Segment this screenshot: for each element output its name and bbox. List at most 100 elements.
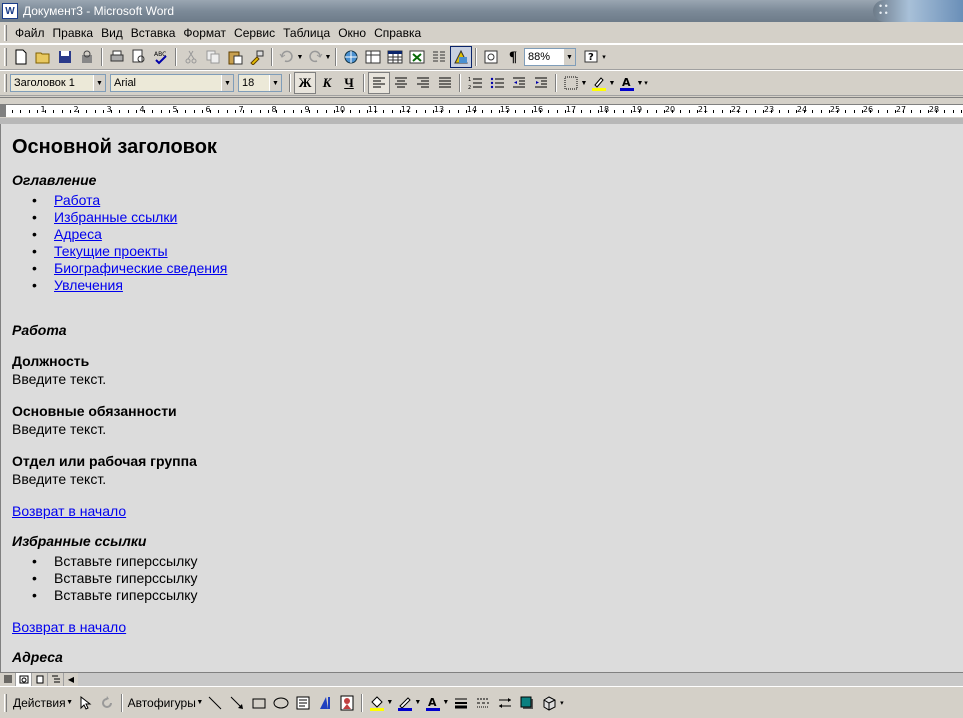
font-combo[interactable]: Arial ▼ (110, 74, 234, 92)
scroll-left-icon[interactable]: ◀ (64, 673, 78, 686)
3d-style-button[interactable] (538, 692, 560, 714)
toc-link-favorites[interactable]: Избранные ссылки (54, 209, 177, 225)
drawing-button[interactable] (450, 46, 472, 68)
web-layout-button[interactable] (16, 673, 32, 686)
zoom-dropdown-icon[interactable]: ▼ (563, 49, 575, 65)
normal-view-button[interactable] (0, 673, 16, 686)
borders-dropdown-icon[interactable]: ▼ (580, 80, 588, 87)
menu-help[interactable]: Справка (370, 26, 425, 40)
highlight-button[interactable] (588, 72, 610, 94)
draw-font-color-button[interactable]: A (422, 692, 444, 714)
font-size-combo[interactable]: 18 ▼ (238, 74, 282, 92)
oval-button[interactable] (270, 692, 292, 714)
italic-button[interactable]: К (316, 72, 338, 94)
paste-button[interactable] (224, 46, 246, 68)
menu-table[interactable]: Таблица (279, 26, 334, 40)
tables-borders-button[interactable] (362, 46, 384, 68)
decrease-indent-button[interactable] (508, 72, 530, 94)
show-hide-marks-button[interactable]: ¶ (502, 46, 524, 68)
toc-link-work[interactable]: Работа (54, 192, 100, 208)
word-app-icon[interactable]: W (2, 3, 18, 19)
bold-button[interactable]: Ж (294, 72, 316, 94)
menu-view[interactable]: Вид (97, 26, 127, 40)
insert-excel-button[interactable] (406, 46, 428, 68)
permission-button[interactable] (76, 46, 98, 68)
menu-format[interactable]: Формат (179, 26, 230, 40)
align-center-button[interactable] (390, 72, 412, 94)
fill-color-dropdown-icon[interactable]: ▼ (386, 699, 394, 706)
style-dropdown-icon[interactable]: ▼ (93, 75, 105, 91)
toolbar-options-icon[interactable]: ▾ (558, 699, 566, 707)
open-button[interactable] (32, 46, 54, 68)
rectangle-button[interactable] (248, 692, 270, 714)
outline-view-button[interactable] (48, 673, 64, 686)
menu-window[interactable]: Окно (334, 26, 370, 40)
actions-dropdown-icon[interactable]: ▼ (66, 699, 74, 706)
cut-button[interactable] (180, 46, 202, 68)
redo-dropdown-icon[interactable]: ▼ (324, 54, 332, 61)
toolbar-grip[interactable] (4, 48, 7, 66)
autoshapes-dropdown-icon[interactable]: ▼ (196, 699, 204, 706)
draw-font-color-dropdown-icon[interactable]: ▼ (442, 699, 450, 706)
select-objects-button[interactable] (74, 692, 96, 714)
toc-link-addresses[interactable]: Адреса (54, 226, 102, 242)
dash-style-button[interactable] (472, 692, 494, 714)
fill-color-button[interactable] (366, 692, 388, 714)
toolbar-options-icon[interactable]: ▾ (642, 79, 650, 87)
font-color-button[interactable]: A (616, 72, 638, 94)
autoshapes-menu[interactable]: Автофигуры (126, 696, 198, 710)
arrow-button[interactable] (226, 692, 248, 714)
toolbar-grip[interactable] (4, 693, 7, 712)
menu-tools[interactable]: Сервис (230, 26, 279, 40)
bullets-button[interactable] (486, 72, 508, 94)
document-content[interactable]: Основной заголовок Оглавление Работа Изб… (12, 136, 912, 667)
menu-insert[interactable]: Вставка (127, 26, 180, 40)
document-area[interactable]: Основной заголовок Оглавление Работа Изб… (0, 124, 963, 672)
copy-button[interactable] (202, 46, 224, 68)
increase-indent-button[interactable] (530, 72, 552, 94)
free-rotate-button[interactable] (96, 692, 118, 714)
help-button[interactable]: ? (580, 46, 602, 68)
horizontal-ruler[interactable]: 1 2 3 4 5 6 7 8 9 10 11 12 13 14 15 16 17 18 19 20 21 22 23 24 2… (0, 97, 963, 124)
toolbar-options-icon[interactable]: ▾ (600, 53, 608, 61)
window-controls[interactable]: • • • • (873, 0, 963, 22)
document-map-button[interactable] (480, 46, 502, 68)
columns-button[interactable] (428, 46, 450, 68)
toc-link-bio[interactable]: Биографические сведения (54, 260, 227, 276)
menu-edit[interactable]: Правка (49, 26, 98, 40)
menu-grip[interactable] (4, 24, 7, 41)
numbering-button[interactable]: 12 (464, 72, 486, 94)
justify-button[interactable] (434, 72, 456, 94)
line-button[interactable] (204, 692, 226, 714)
clip-art-button[interactable] (336, 692, 358, 714)
undo-dropdown-icon[interactable]: ▼ (296, 54, 304, 61)
print-preview-button[interactable] (128, 46, 150, 68)
save-button[interactable] (54, 46, 76, 68)
arrow-style-button[interactable] (494, 692, 516, 714)
line-color-button[interactable] (394, 692, 416, 714)
shadow-style-button[interactable] (516, 692, 538, 714)
redo-button[interactable] (304, 46, 326, 68)
menu-file[interactable]: Файл (11, 26, 49, 40)
style-combo[interactable]: Заголовок 1 ▼ (10, 74, 106, 92)
insert-hyperlink-button[interactable] (340, 46, 362, 68)
underline-button[interactable]: Ч (338, 72, 360, 94)
undo-button[interactable] (276, 46, 298, 68)
toc-link-hobbies[interactable]: Увлечения (54, 277, 123, 293)
back-to-top-link[interactable]: Возврат в начало (12, 619, 126, 635)
toolbar-grip[interactable] (4, 74, 7, 92)
scroll-track[interactable] (78, 673, 963, 686)
line-color-dropdown-icon[interactable]: ▼ (414, 699, 422, 706)
zoom-combo[interactable]: 88% ▼ (524, 48, 576, 66)
font-dropdown-icon[interactable]: ▼ (221, 75, 233, 91)
back-to-top-link[interactable]: Возврат в начало (12, 503, 126, 519)
actions-menu[interactable]: Действия (11, 696, 68, 710)
spelling-button[interactable]: ABC (150, 46, 172, 68)
highlight-dropdown-icon[interactable]: ▼ (608, 80, 616, 87)
print-button[interactable] (106, 46, 128, 68)
print-layout-button[interactable] (32, 673, 48, 686)
line-style-button[interactable] (450, 692, 472, 714)
toc-link-projects[interactable]: Текущие проекты (54, 243, 168, 259)
format-painter-button[interactable] (246, 46, 268, 68)
borders-button[interactable] (560, 72, 582, 94)
